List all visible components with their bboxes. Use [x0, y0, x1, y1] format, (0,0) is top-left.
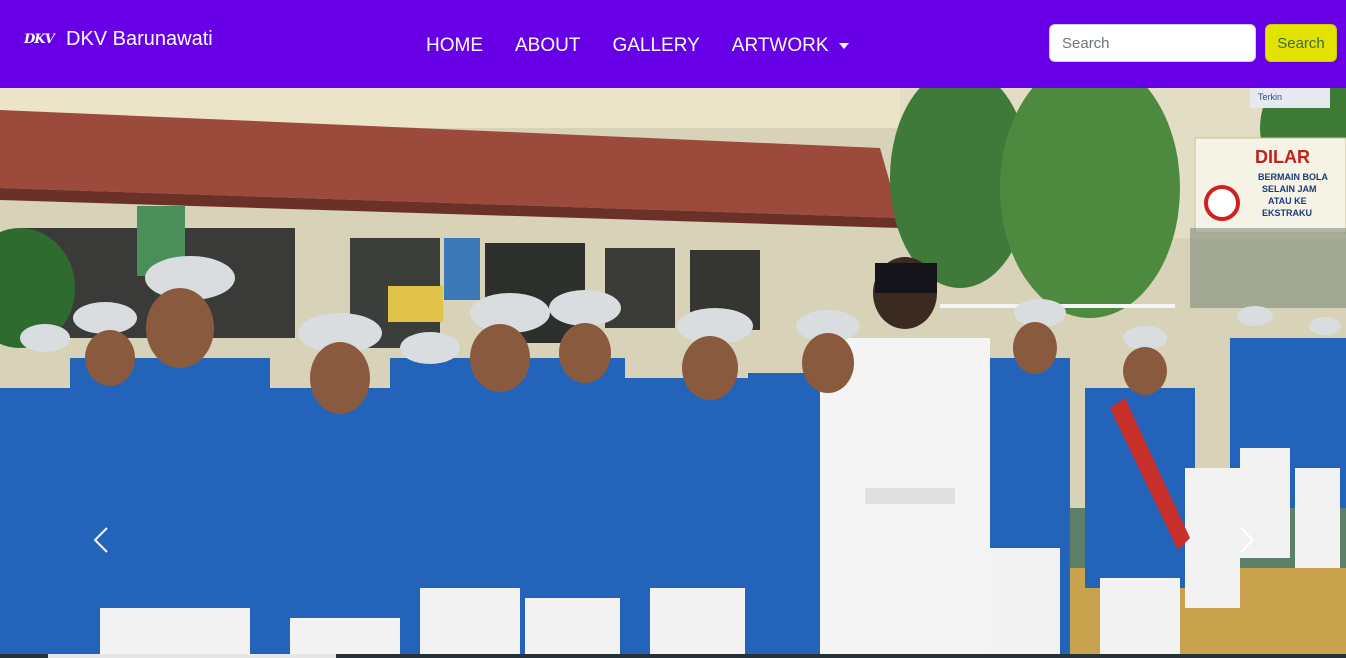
search-form: Search — [1049, 24, 1337, 62]
brand-name: DKV Barunawati — [66, 28, 213, 50]
carousel-prev-button[interactable] — [86, 520, 116, 560]
nav-home[interactable]: HOME — [410, 33, 499, 59]
carousel-indicator[interactable] — [0, 654, 48, 658]
nav-artwork-label: ARTWORK — [731, 35, 829, 56]
hero-carousel: DILAR BERMAIN BOLA SELAIN JAM ATAU KE EK… — [0, 88, 1346, 658]
carousel-indicator-active[interactable] — [48, 654, 336, 658]
chevron-right-icon — [1240, 527, 1255, 553]
svg-text:BERMAIN BOLA: BERMAIN BOLA — [1258, 172, 1328, 182]
chevron-left-icon — [93, 527, 108, 553]
brand-link[interactable]: DKV DKV Barunawati — [24, 28, 213, 51]
banner-title: DILAR — [1255, 147, 1310, 167]
svg-text:Terkin: Terkin — [1258, 92, 1282, 102]
top-navbar: DKV DKV Barunawati HOME ABOUT GALLERY AR… — [0, 0, 1346, 88]
nav-artwork-dropdown[interactable]: ARTWORK — [716, 33, 865, 59]
carousel-indicator[interactable] — [336, 654, 1346, 658]
main-nav: HOME ABOUT GALLERY ARTWORK — [410, 33, 865, 59]
caret-down-icon — [838, 43, 849, 49]
nav-gallery[interactable]: GALLERY — [596, 33, 715, 59]
nav-about[interactable]: ABOUT — [499, 33, 596, 59]
svg-text:ATAU KE: ATAU KE — [1268, 196, 1307, 206]
search-button[interactable]: Search — [1265, 24, 1337, 62]
hero-photo: DILAR BERMAIN BOLA SELAIN JAM ATAU KE EK… — [0, 88, 1346, 658]
carousel-next-button[interactable] — [1232, 520, 1262, 560]
search-input[interactable] — [1049, 24, 1256, 62]
brand-logo-icon: DKV — [24, 31, 55, 47]
svg-text:EKSTRAKU: EKSTRAKU — [1262, 208, 1312, 218]
carousel-indicators — [0, 654, 1346, 658]
svg-text:SELAIN JAM: SELAIN JAM — [1262, 184, 1317, 194]
